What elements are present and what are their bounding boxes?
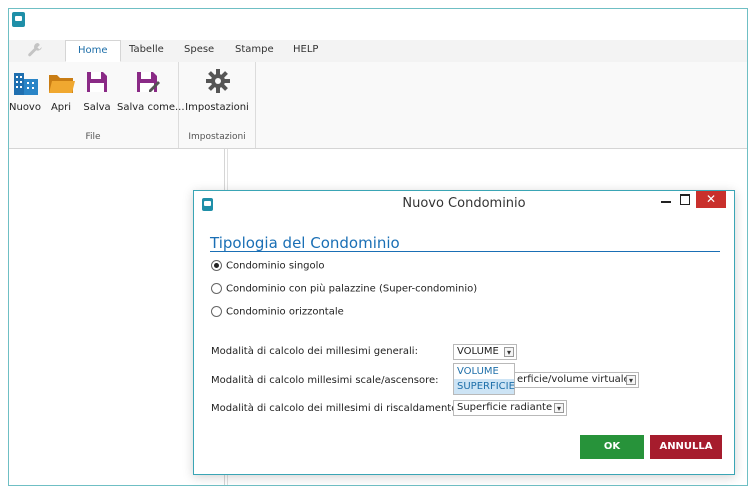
tab-spese[interactable]: Spese <box>184 44 214 55</box>
generali-label: Modalità di calcolo dei millesimi genera… <box>211 346 418 357</box>
risc-value: Superficie radiante <box>457 402 553 413</box>
radio-singolo[interactable] <box>211 260 222 271</box>
risc-label: Modalità di calcolo dei millesimi di ris… <box>211 403 461 414</box>
option-super[interactable]: Condominio con più palazzine (Super-cond… <box>211 283 477 297</box>
ribbon-tabs: Home Tabelle Spese Stampe HELP <box>9 40 747 63</box>
option-singolo[interactable]: Condominio singolo <box>211 260 325 274</box>
maximize-icon[interactable] <box>680 194 690 205</box>
dialog-title: Nuovo Condominio <box>402 196 526 211</box>
tab-tabelle[interactable]: Tabelle <box>129 44 164 55</box>
cancel-button[interactable]: ANNULLA <box>650 435 722 459</box>
dropdown-option-volume[interactable]: VOLUME <box>454 364 514 379</box>
app-titlebar <box>9 9 747 31</box>
salva-button[interactable]: Salva <box>81 64 113 124</box>
chevron-down-icon[interactable]: ▾ <box>554 403 564 413</box>
option-orizzontale-label: Condominio orizzontale <box>226 306 344 318</box>
option-super-label: Condominio con più palazzine (Super-cond… <box>226 283 478 295</box>
building-icon <box>14 73 38 95</box>
dialog-titlebar: Nuovo Condominio ✕ <box>194 191 734 217</box>
impostazioni-label: Impostazioni <box>185 102 249 113</box>
scale-value: erficie/volume virtuale <box>517 374 630 385</box>
new-condominium-dialog: Nuovo Condominio ✕ Tipologia del Condomi… <box>193 190 735 475</box>
option-orizzontale[interactable]: Condominio orizzontale <box>211 306 344 320</box>
chevron-down-icon[interactable]: ▾ <box>626 375 636 385</box>
apri-button[interactable]: Apri <box>46 64 76 124</box>
section-title: Tipologia del Condominio <box>210 234 400 252</box>
save-as-icon <box>137 72 160 92</box>
generali-value: VOLUME <box>457 346 499 357</box>
group-label-file: File <box>85 132 101 142</box>
salva-label: Salva <box>83 102 111 113</box>
chevron-down-icon[interactable]: ▾ <box>504 347 514 357</box>
apri-label: Apri <box>50 102 72 113</box>
app-logo-icon <box>12 12 25 27</box>
close-icon: ✕ <box>705 192 717 206</box>
option-singolo-label: Condominio singolo <box>226 260 325 272</box>
nuovo-label: Nuovo <box>9 102 41 113</box>
ok-button[interactable]: OK <box>580 435 644 459</box>
impostazioni-button[interactable]: Impostazioni <box>181 64 253 124</box>
generali-select[interactable]: VOLUME ▾ <box>453 344 517 360</box>
tab-stampe[interactable]: Stampe <box>235 44 274 55</box>
nuovo-button[interactable]: Nuovo <box>9 64 41 124</box>
salva-come-button[interactable]: Salva come... <box>117 64 185 124</box>
ribbon-separator <box>255 62 256 148</box>
salva-come-label: Salva come... <box>117 102 185 113</box>
risc-select[interactable]: Superficie radiante ▾ <box>453 400 567 416</box>
radio-orizzontale[interactable] <box>211 306 222 317</box>
group-label-impostazioni: Impostazioni <box>188 132 246 142</box>
radio-super[interactable] <box>211 283 222 294</box>
section-divider <box>210 251 720 252</box>
tab-home[interactable]: Home <box>65 40 121 62</box>
scale-label: Modalità di calcolo millesimi scale/asce… <box>211 375 439 386</box>
dropdown-option-superficie[interactable]: SUPERFICIE <box>454 379 515 394</box>
save-icon <box>87 72 107 92</box>
minimize-icon[interactable] <box>661 194 671 204</box>
gear-icon <box>206 69 230 93</box>
tab-help[interactable]: HELP <box>293 44 318 55</box>
generali-dropdown-list: VOLUME SUPERFICIE <box>453 363 515 395</box>
close-button[interactable]: ✕ <box>696 191 726 208</box>
wrench-icon[interactable] <box>27 42 45 60</box>
ribbon-panel: Nuovo Apri Salva Salva come... Impostazi… <box>9 62 747 149</box>
folder-icon <box>49 75 75 93</box>
